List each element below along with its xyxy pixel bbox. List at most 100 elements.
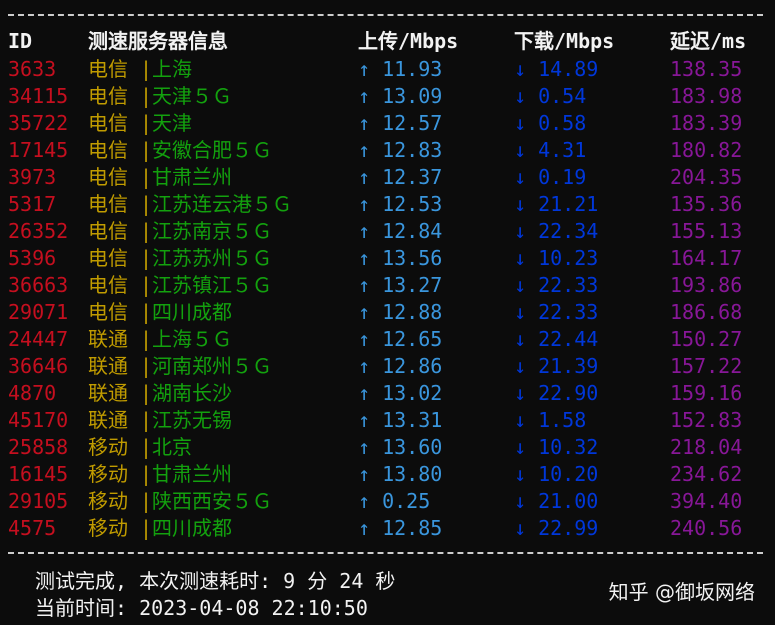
column-separator: | — [140, 84, 153, 108]
download-speed: ↓ 10.23 — [514, 246, 599, 270]
latency-value: 152.83 — [670, 408, 743, 432]
download-speed: ↓ 0.58 — [514, 111, 587, 135]
header-server: 测速服务器信息 — [88, 29, 228, 53]
table-header: ID 测速服务器信息 上传/Mbps 下载/Mbps 延迟/ms — [0, 28, 775, 55]
download-speed: ↓ 1.58 — [514, 408, 587, 432]
server-location: 湖南长沙 — [152, 381, 232, 405]
header-latency: 延迟/ms — [670, 29, 747, 53]
download-speed: ↓ 22.33 — [514, 273, 599, 297]
bottom-divider — [8, 552, 763, 554]
server-id: 16145 — [8, 462, 69, 486]
upload-speed: ↑ 13.80 — [358, 462, 443, 486]
server-id: 34115 — [8, 84, 69, 108]
latency-value: 180.82 — [670, 138, 743, 162]
upload-speed: ↑ 12.83 — [358, 138, 443, 162]
table-row: 26352 电信 | 江苏南京５Ｇ ↑ 12.84 ↓ 22.34 155.13 — [0, 218, 775, 245]
column-separator: | — [140, 489, 153, 513]
column-separator: | — [140, 327, 153, 351]
watermark: 知乎 @御坂网络 — [608, 580, 755, 604]
server-location: 天津 — [152, 111, 192, 135]
isp-name: 联通 — [88, 408, 128, 432]
table-row: 17145 电信 | 安徽合肥５Ｇ ↑ 12.83 ↓ 4.31 180.82 — [0, 137, 775, 164]
column-separator: | — [140, 138, 153, 162]
upload-speed: ↑ 13.31 — [358, 408, 443, 432]
table-row: 36663 电信 | 江苏镇江５Ｇ ↑ 13.27 ↓ 22.33 193.86 — [0, 272, 775, 299]
latency-value: 394.40 — [670, 489, 743, 513]
column-separator: | — [140, 381, 153, 405]
isp-name: 移动 — [88, 516, 128, 540]
table-row: 29071 电信 | 四川成都 ↑ 12.88 ↓ 22.33 186.68 — [0, 299, 775, 326]
table-row: 16145 移动 | 甘肃兰州 ↑ 13.80 ↓ 10.20 234.62 — [0, 461, 775, 488]
top-divider — [8, 14, 763, 16]
latency-value: 135.36 — [670, 192, 743, 216]
table-row: 3633 电信 | 上海 ↑ 11.93 ↓ 14.89 138.35 — [0, 56, 775, 83]
isp-name: 电信 — [88, 111, 128, 135]
table-row: 29105 移动 | 陕西西安５Ｇ ↑ 0.25 ↓ 21.00 394.40 — [0, 488, 775, 515]
isp-name: 电信 — [88, 165, 128, 189]
table-row: 24447 联通 | 上海５Ｇ ↑ 12.65 ↓ 22.44 150.27 — [0, 326, 775, 353]
server-location: 四川成都 — [152, 516, 232, 540]
column-separator: | — [140, 300, 153, 324]
server-location: 陕西西安５Ｇ — [152, 489, 272, 513]
column-separator: | — [140, 435, 153, 459]
server-location: 江苏南京５Ｇ — [152, 219, 272, 243]
server-location: 河南郑州５Ｇ — [152, 354, 272, 378]
table-row: 34115 电信 | 天津５Ｇ ↑ 13.09 ↓ 0.54 183.98 — [0, 83, 775, 110]
latency-value: 183.39 — [670, 111, 743, 135]
server-id: 4575 — [8, 516, 57, 540]
latency-value: 164.17 — [670, 246, 743, 270]
table-row: 25858 移动 | 北京 ↑ 13.60 ↓ 10.32 218.04 — [0, 434, 775, 461]
latency-value: 186.68 — [670, 300, 743, 324]
latency-value: 183.98 — [670, 84, 743, 108]
download-speed: ↓ 22.34 — [514, 219, 599, 243]
isp-name: 电信 — [88, 273, 128, 297]
isp-name: 联通 — [88, 354, 128, 378]
isp-name: 移动 — [88, 489, 128, 513]
server-location: 甘肃兰州 — [152, 462, 232, 486]
download-speed: ↓ 21.21 — [514, 192, 599, 216]
server-location: 安徽合肥５Ｇ — [152, 138, 272, 162]
table-row: 45170 联通 | 江苏无锡 ↑ 13.31 ↓ 1.58 152.83 — [0, 407, 775, 434]
isp-name: 电信 — [88, 192, 128, 216]
upload-speed: ↑ 13.02 — [358, 381, 443, 405]
isp-name: 电信 — [88, 246, 128, 270]
table-row: 5317 电信 | 江苏连云港５Ｇ ↑ 12.53 ↓ 21.21 135.36 — [0, 191, 775, 218]
server-location: 四川成都 — [152, 300, 232, 324]
header-upload: 上传/Mbps — [358, 29, 459, 53]
server-location: 上海 — [152, 57, 192, 81]
latency-value: 159.16 — [670, 381, 743, 405]
server-id: 3633 — [8, 57, 57, 81]
server-id: 5317 — [8, 192, 57, 216]
server-location: 江苏无锡 — [152, 408, 232, 432]
server-id: 29105 — [8, 489, 69, 513]
table-row: 5396 电信 | 江苏苏州５Ｇ ↑ 13.56 ↓ 10.23 164.17 — [0, 245, 775, 272]
column-separator: | — [140, 57, 153, 81]
server-id: 36646 — [8, 354, 69, 378]
latency-value: 218.04 — [670, 435, 743, 459]
server-location: 甘肃兰州 — [152, 165, 232, 189]
latency-value: 240.56 — [670, 516, 743, 540]
test-complete-text: 测试完成, 本次测速耗时: 9 分 24 秒 — [35, 569, 396, 593]
latency-value: 234.62 — [670, 462, 743, 486]
table-row: 4575 移动 | 四川成都 ↑ 12.85 ↓ 22.99 240.56 — [0, 515, 775, 542]
upload-speed: ↑ 0.25 — [358, 489, 431, 513]
latency-value: 155.13 — [670, 219, 743, 243]
isp-name: 电信 — [88, 219, 128, 243]
server-id: 45170 — [8, 408, 69, 432]
download-speed: ↓ 4.31 — [514, 138, 587, 162]
upload-speed: ↑ 11.93 — [358, 57, 443, 81]
upload-speed: ↑ 12.85 — [358, 516, 443, 540]
server-id: 26352 — [8, 219, 69, 243]
column-separator: | — [140, 462, 153, 486]
upload-speed: ↑ 12.86 — [358, 354, 443, 378]
latency-value: 138.35 — [670, 57, 743, 81]
column-separator: | — [140, 516, 153, 540]
server-id: 25858 — [8, 435, 69, 459]
upload-speed: ↑ 12.65 — [358, 327, 443, 351]
upload-speed: ↑ 13.56 — [358, 246, 443, 270]
column-separator: | — [140, 246, 153, 270]
column-separator: | — [140, 219, 153, 243]
latency-value: 204.35 — [670, 165, 743, 189]
server-id: 5396 — [8, 246, 57, 270]
isp-name: 移动 — [88, 435, 128, 459]
